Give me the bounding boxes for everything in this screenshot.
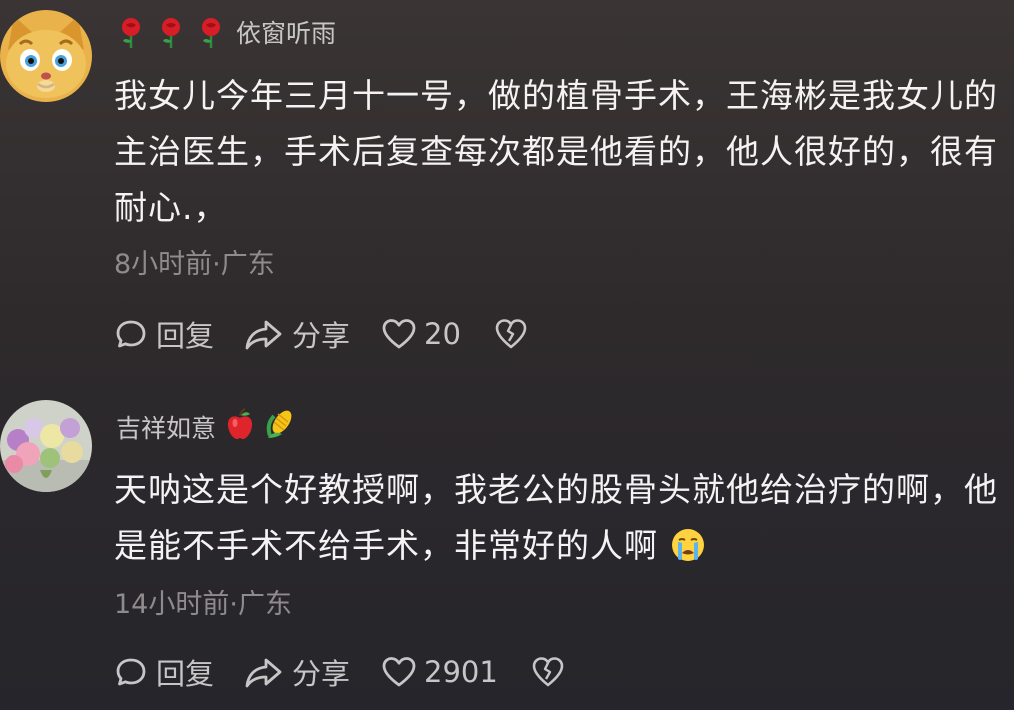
- rose-icon: [156, 15, 186, 49]
- comment-text: 天呐这是个好教授啊，我老公的股骨头就他给治疗的啊，他 是能不手术不给手术，非常好…: [114, 462, 1004, 580]
- heart-icon: [382, 657, 416, 687]
- comment-line: 是能不手术不给手术，非常好的人啊: [114, 518, 1004, 580]
- rose-icon: [196, 15, 226, 49]
- flower-avatar-icon: [0, 400, 92, 492]
- rose-icon: [116, 15, 146, 49]
- comment-line: 天呐这是个好教授啊，我老公的股骨头就他给治疗的啊，他: [114, 470, 998, 509]
- comment-meta: 14小时前·广东: [114, 589, 292, 620]
- like-count: 2901: [424, 655, 498, 689]
- comment-actions: 回复 分享 20: [114, 314, 527, 354]
- reply-button[interactable]: 回复: [114, 313, 214, 355]
- like-button[interactable]: 20: [382, 317, 461, 351]
- reply-label: 回复: [156, 319, 215, 353]
- share-button[interactable]: 分享: [244, 651, 350, 693]
- like-count: 20: [424, 317, 461, 351]
- comment-bubble-icon: [116, 320, 146, 348]
- like-button[interactable]: 2901: [382, 655, 498, 689]
- cat-avatar-icon: [0, 10, 92, 102]
- broken-heart-icon: [532, 657, 564, 687]
- apple-icon: [226, 408, 254, 446]
- username[interactable]: 吉祥如意: [116, 409, 216, 445]
- reply-button[interactable]: 回复: [114, 651, 214, 693]
- username-row: 依窗听雨: [116, 14, 336, 50]
- comment-meta: 8小时前·广东: [114, 249, 275, 280]
- corn-icon: [264, 408, 294, 446]
- comment-line: 主治医生，手术后复查每次都是他看的，他人很好的，很有: [114, 132, 998, 171]
- share-label: 分享: [292, 657, 351, 691]
- username[interactable]: 依窗听雨: [236, 14, 336, 50]
- share-arrow-icon: [245, 658, 282, 688]
- broken-heart-icon: [495, 319, 527, 349]
- avatar[interactable]: [0, 10, 92, 102]
- comment-text: 我女儿今年三月十一号，做的植骨手术，王海彬是我女儿的 主治医生，手术后复查每次都…: [114, 68, 1004, 236]
- username-row: 吉祥如意: [116, 408, 294, 446]
- dislike-button[interactable]: [495, 318, 527, 350]
- reply-label: 回复: [156, 657, 215, 691]
- comment-actions: 回复 分享 2901: [114, 652, 564, 692]
- comment-item: 吉祥如意 天呐这是个好教授啊，我老公的股骨头就他给治疗的啊，他 是能不手术不给手…: [0, 380, 1014, 710]
- share-label: 分享: [292, 319, 351, 353]
- share-arrow-icon: [245, 320, 282, 350]
- comment-line: 耐心.，: [114, 188, 228, 227]
- share-button[interactable]: 分享: [244, 313, 350, 355]
- dislike-button[interactable]: [532, 656, 564, 688]
- comment-line: 我女儿今年三月十一号，做的植骨手术，王海彬是我女儿的: [114, 76, 998, 115]
- avatar[interactable]: [0, 400, 92, 492]
- heart-icon: [382, 319, 416, 349]
- crying-face-icon: [670, 524, 706, 580]
- comment-bubble-icon: [116, 658, 146, 686]
- comment-line-text: 是能不手术不给手术，非常好的人啊: [114, 526, 658, 565]
- comment-item: 依窗听雨 我女儿今年三月十一号，做的植骨手术，王海彬是我女儿的 主治医生，手术后…: [0, 0, 1014, 380]
